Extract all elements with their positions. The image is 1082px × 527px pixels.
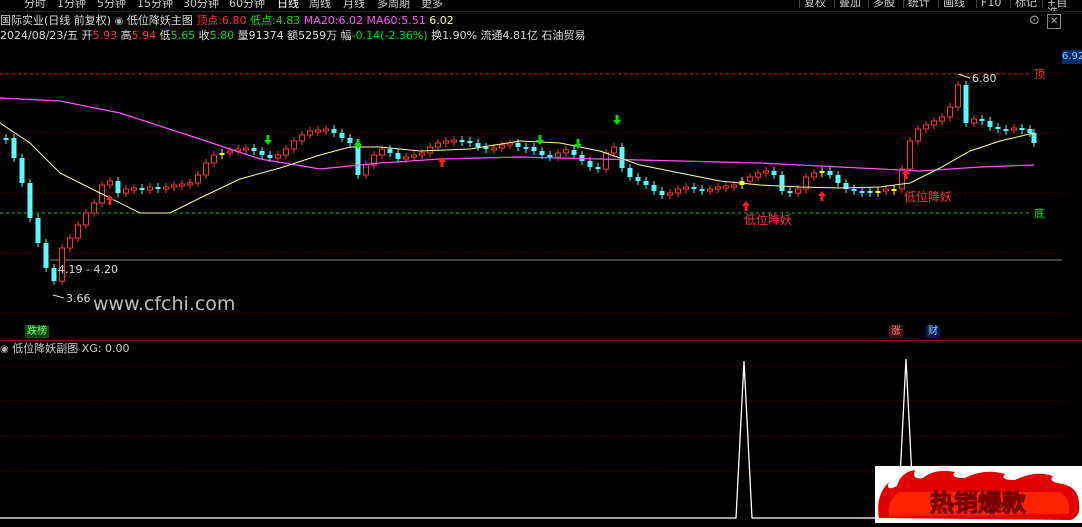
high-annotation: 6.80 [972, 72, 997, 85]
top-label: 顶点: [196, 14, 223, 27]
buy-arrow-icon [818, 191, 826, 201]
ma20-line [0, 122, 1035, 214]
promo-text: 热销爆款 [930, 489, 1027, 517]
quote-line: 2024/08/23/五 开5.93 高5.94 低5.65 收5.80 量91… [0, 28, 586, 43]
turnover-value: 1.90% [442, 29, 478, 42]
promo-banner[interactable]: 热销爆款 [875, 466, 1082, 523]
sub-indicator-icon[interactable]: ◉ [0, 344, 9, 355]
buy-arrow-icon [742, 201, 750, 211]
float-label: 流通 [480, 29, 503, 42]
low-annotation: 3.66 [66, 292, 91, 305]
indicator-name[interactable]: 低位降妖主图 [127, 14, 193, 27]
extra-value: 6.02 [429, 14, 454, 27]
close-value: 5.80 [209, 29, 235, 42]
period-tab-4[interactable]: 30分钟 [183, 0, 219, 10]
period-tab-9[interactable]: 多周期 [377, 0, 410, 10]
volume-value: 91374 [248, 29, 284, 42]
amount-value: 5259万 [298, 29, 338, 42]
change-value: -0.14(-2.36%) [351, 29, 428, 42]
sell-arrow-icon [536, 135, 544, 145]
indicator-dropdown-icon[interactable]: ◉ [115, 16, 124, 27]
range-annotation: 4.19 - 4.20 [58, 263, 118, 276]
turnover-label: 换 [431, 29, 443, 42]
toolbar-button-7[interactable]: +自选 [1042, 0, 1082, 11]
volume-label: 量 [237, 29, 249, 42]
float-value: 4.81亿 [502, 29, 539, 42]
quote-date: 2024/08/23/五 [0, 29, 79, 42]
period-tab-3[interactable]: 15分钟 [137, 0, 173, 10]
ma60-value: 5.51 [401, 14, 426, 27]
close-label: 收 [198, 29, 210, 42]
ma60-line [0, 97, 1035, 172]
period-tab-1[interactable]: 1分钟 [57, 0, 86, 10]
current-price-marker: 6.92 [1062, 50, 1082, 64]
period-label: (日线 前复权) [44, 14, 112, 27]
badge-cai[interactable]: 财 [926, 325, 940, 338]
panel-divider[interactable] [0, 340, 1082, 341]
period-tab-6[interactable]: 日线 [277, 0, 299, 10]
badge-die[interactable]: 跌榜 [25, 325, 49, 338]
ma20-value: 6.02 [338, 14, 363, 27]
xg-value: 0.00 [105, 342, 130, 355]
restore-icon[interactable]: ⊙ [1029, 14, 1040, 27]
chart-header: 国际实业(日线 前复权) ◉ 低位降妖主图 顶点:6.80 低点:4.83 MA… [0, 13, 454, 28]
toolbar-button-2[interactable]: 多股 [868, 0, 899, 8]
toolbar-button-3[interactable]: 统计 [903, 0, 934, 8]
low-label: 低点: [250, 14, 276, 27]
period-tab-8[interactable]: 月线 [343, 0, 365, 10]
toolbar-button-4[interactable]: 画线 [938, 0, 969, 8]
ma20-label: MA20: [303, 14, 339, 27]
low-value-q: 5.65 [170, 29, 196, 42]
xg-label: XG: [81, 342, 102, 355]
low-value: 4.83 [275, 14, 301, 27]
top-value: 6.80 [222, 14, 247, 27]
stock-name[interactable]: 国际实业 [0, 14, 44, 27]
period-tab-5[interactable]: 60分钟 [229, 0, 265, 10]
period-tab-2[interactable]: 5分钟 [97, 0, 126, 10]
signal-label-1: 低位降妖 [744, 212, 792, 227]
period-menu-bar: 分时 1分钟 5分钟 15分钟 30分钟 60分钟 日线 周线 月线 多周期 更多 复权 叠加 多股 统计画… [0, 0, 1082, 12]
toolbar-button-5[interactable]: F10 [976, 0, 1005, 8]
period-tab-0[interactable]: 分时 [24, 0, 46, 10]
industry: 石油贸易 [541, 29, 586, 42]
sell-arrow-icon [264, 135, 272, 145]
toolbar-button-1[interactable]: 叠加 [834, 0, 865, 8]
high-value: 5.94 [131, 29, 157, 42]
bottom-marker: 底 [1034, 206, 1045, 220]
change-label: 幅 [340, 29, 352, 42]
sub-panel-header: ◉ 低位降妖副图 XG: 0.00 [0, 342, 130, 357]
watermark-text: www.cfchi.com [93, 293, 236, 315]
badge-zhang[interactable]: 涨 [889, 325, 903, 338]
period-tab-7[interactable]: 周线 [309, 0, 331, 10]
sub-indicator-name[interactable]: 低位降妖副图 [12, 342, 78, 355]
signal-label-2: 低位降妖 [904, 189, 952, 204]
high-label: 高 [120, 29, 132, 42]
sell-arrow-icon [613, 115, 621, 125]
low-label-q: 低 [159, 29, 171, 42]
close-icon[interactable]: ✕ [1047, 14, 1062, 29]
top-marker: 顶 [1034, 68, 1045, 81]
ma60-label: MA60: [366, 14, 402, 27]
toolbar-button-6[interactable]: 标记 [1010, 0, 1041, 8]
open-label: 开 [81, 29, 93, 42]
period-tab-10[interactable]: 更多 [421, 0, 443, 10]
toolbar-button-0[interactable]: 复权 [799, 0, 830, 8]
amount-label: 额 [287, 29, 299, 42]
open-value: 5.93 [92, 29, 118, 42]
